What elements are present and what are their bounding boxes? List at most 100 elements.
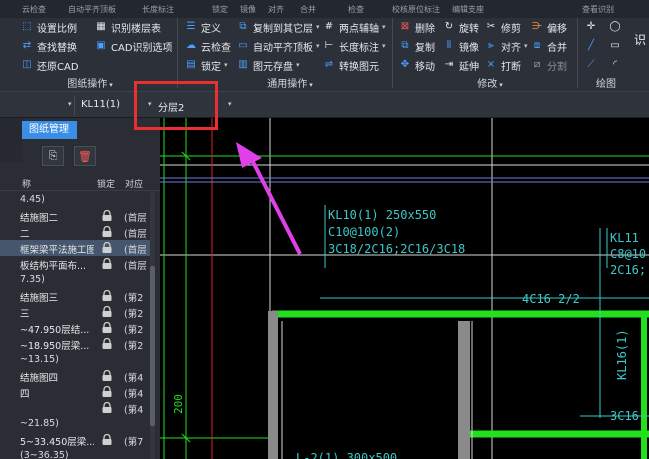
component-dropdown[interactable]: KL11(1) <box>81 99 120 110</box>
lock-icon[interactable] <box>101 210 113 221</box>
list-item[interactable]: 三 (第2 <box>0 304 152 320</box>
list-group-header[interactable]: 7.35) <box>0 272 152 288</box>
bottom-rebar-label: 3C16 <box>610 409 639 423</box>
top-item-align[interactable]: 对齐 <box>268 4 284 15</box>
trim-button[interactable]: ✂ 修剪 <box>484 18 521 36</box>
merge-button[interactable]: ⧈ 合并 <box>530 37 567 55</box>
recognize-partial-button[interactable]: 识 <box>634 30 646 48</box>
lock-icon[interactable] <box>101 258 113 269</box>
top-item-edit-support[interactable]: 编辑支座 <box>452 4 484 15</box>
list-group-header[interactable]: ~21.85) <box>0 416 152 432</box>
two-point-axis-button[interactable]: # 两点辅轴 ▾ <box>322 18 386 36</box>
lock-icon[interactable] <box>101 306 113 317</box>
chevron-down-icon[interactable]: ▾ <box>68 100 72 108</box>
copy-button[interactable]: ⧉ 复制 <box>398 37 435 55</box>
panel-scroll-thumb[interactable] <box>150 266 155 426</box>
list-item[interactable]: 结施图二 (首层 <box>0 208 152 224</box>
top-item-lock[interactable]: 锁定 <box>212 4 228 15</box>
context-divider <box>74 95 75 115</box>
floor-match: (首层 <box>124 213 147 224</box>
draw-arc-button[interactable]: ◜ <box>608 56 625 74</box>
list-item[interactable]: ~47.950层结... (第2 <box>0 320 152 336</box>
import-drawing-button[interactable]: ⎘ <box>42 146 64 166</box>
list-group-header[interactable]: 4.45) <box>0 192 152 208</box>
cloud-check-button[interactable]: ☁ 云检查 <box>184 37 231 55</box>
draw-rect-button[interactable]: ▭ <box>608 37 625 55</box>
draw-polyline-button[interactable]: ⟋ <box>584 56 601 74</box>
move-button[interactable]: ✥ 移动 <box>398 56 435 74</box>
cad-recognize-options-button[interactable]: ▣ CAD识别选项 <box>94 37 172 55</box>
list-item[interactable]: 结施图四 (第4 <box>0 368 152 384</box>
top-item-mirror[interactable]: 镜像 <box>240 4 256 15</box>
delete-icon: ⊠ <box>400 21 410 32</box>
lock-icon[interactable] <box>101 226 113 237</box>
floor-match: (首层 <box>124 245 147 256</box>
list-item[interactable]: (第4 <box>0 400 152 416</box>
define-button[interactable]: ☰ 定义 <box>184 18 221 36</box>
beam-kl11-rebar: 2C16; <box>610 263 646 277</box>
lock-icon[interactable] <box>101 402 113 413</box>
find-replace-button[interactable]: ⇄ 查找替换 <box>20 37 77 55</box>
group-drawing-ops[interactable]: 图纸操作 ▾ <box>40 75 140 90</box>
convert-element-button[interactable]: ⇌ 转换图元 <box>322 56 379 74</box>
lock-icon[interactable] <box>101 322 113 333</box>
top-item-cloud-check[interactable]: 云检查 <box>22 4 46 15</box>
break-button[interactable]: ⨯ 打断 <box>484 56 521 74</box>
lock-icon: ▤ <box>186 59 196 70</box>
group-draw[interactable]: 绘图 <box>584 75 628 90</box>
chevron-down-icon: ▾ <box>109 81 113 89</box>
top-item-verify-annotation[interactable]: 校核原位标注 <box>392 4 440 15</box>
top-item-length-dim[interactable]: 长度标注 <box>142 4 174 15</box>
lock-icon[interactable] <box>101 386 113 397</box>
group-common-ops[interactable]: 通用操作 ▾ <box>240 75 340 90</box>
drawing-list: 4.45) 结施图二 (首层二 (首层 框架梁平法施工图 (首层 板结构平面布... (首层 7… <box>0 192 152 459</box>
chevron-down-icon: ▾ <box>524 42 528 50</box>
group-modify[interactable]: 修改 ▾ <box>440 75 540 90</box>
top-item-merge[interactable]: 合并 <box>300 4 316 15</box>
delete-button[interactable]: ⊠ 删除 <box>398 18 435 36</box>
auto-align-top-button[interactable]: ▭ 自动平齐顶板 ▾ <box>236 37 319 55</box>
copy-to-other-floor-button[interactable]: ⧉ 复制到其它层 ▾ <box>236 18 319 36</box>
list-item[interactable]: ~18.950层梁... (第2 <box>0 336 152 352</box>
cad-drawing-canvas[interactable]: 200 KL10(1) 250x550 C10@100(2) 3C18/2C16… <box>160 118 649 459</box>
draw-line-button[interactable]: ╱ <box>584 37 601 55</box>
floor-match: (首层 <box>124 229 147 240</box>
save-element-button[interactable]: ▥ 图元存盘 ▾ <box>236 56 299 74</box>
lock-icon[interactable] <box>101 370 113 381</box>
align-button[interactable]: ⫸ 对齐 ▾ <box>484 37 528 55</box>
bottom-beam-label: L-2(1) 300x500 <box>296 451 397 459</box>
lock-icon[interactable] <box>101 338 113 349</box>
column-mid <box>458 321 470 459</box>
lock-icon[interactable] <box>101 434 113 445</box>
top-item-view-recognize[interactable]: 查看识别 <box>582 4 614 15</box>
draw-circle-button[interactable]: ◯ <box>608 18 625 36</box>
mirror-button[interactable]: ⫴ 镜像 <box>442 37 479 55</box>
list-item[interactable]: 板结构平面布... (首层 <box>0 256 152 272</box>
cad-app-window: 云检查 自动平齐顶板 长度标注 锁定 镜像 对齐 合并 检查 校核原位标注 编辑… <box>0 0 649 459</box>
lock-button[interactable]: ▤ 锁定 ▾ <box>184 56 227 74</box>
top-item-auto-align[interactable]: 自动平齐顶板 <box>68 4 116 15</box>
recognize-floor-table-button[interactable]: ▦ 识别楼层表 <box>94 18 161 36</box>
lock-icon[interactable] <box>101 290 113 301</box>
list-item[interactable]: 框架梁平法施工图 (首层 <box>0 240 152 256</box>
top-item-check[interactable]: 检查 <box>348 4 364 15</box>
chevron-down-icon[interactable]: ▾ <box>228 100 232 108</box>
tab-drawing-management[interactable]: 图纸管理 <box>22 121 77 139</box>
list-item[interactable]: 二 (首层 <box>0 224 152 240</box>
list-group-header[interactable]: (3~36.35) <box>0 448 152 459</box>
list-item[interactable]: 结施图三 (第2 <box>0 288 152 304</box>
offset-button[interactable]: ⋺ 偏移 <box>530 18 567 36</box>
list-group-header[interactable]: ~13.15) <box>0 352 152 368</box>
list-item[interactable]: 四 (第4 <box>0 384 152 400</box>
delete-drawing-button[interactable]: 🗑 <box>74 146 96 166</box>
extend-button[interactable]: ⇥ 延伸 <box>442 56 479 74</box>
length-dimension-button[interactable]: ⊢ 长度标注 ▾ <box>322 37 386 55</box>
split-button[interactable]: ⧄ 分割 <box>530 56 567 74</box>
list-item[interactable]: 5~33.450层梁... (第7 <box>0 432 152 448</box>
restore-cad-button[interactable]: ◫ 还原CAD <box>20 56 78 74</box>
draw-point-button[interactable]: ✛ <box>584 18 601 36</box>
rotate-button[interactable]: ↻ 旋转 <box>442 18 479 36</box>
set-scale-button[interactable]: ⬚ 设置比例 <box>20 18 77 36</box>
drawing-name: 框架梁平法施工图 <box>20 245 94 256</box>
lock-icon[interactable] <box>101 242 113 253</box>
